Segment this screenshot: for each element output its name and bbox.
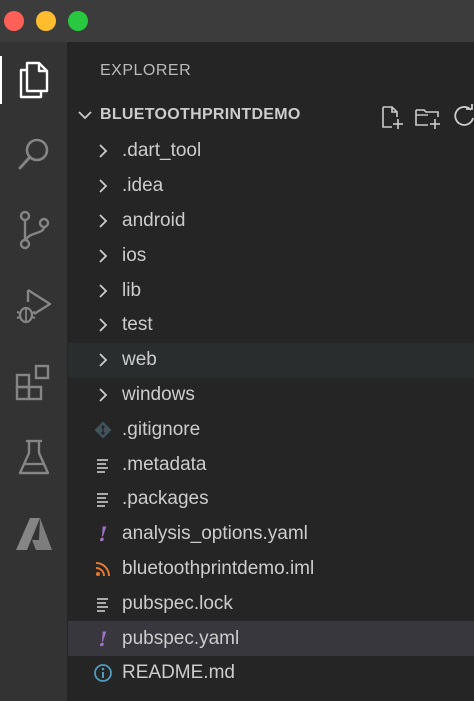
yaml-icon: !	[92, 627, 114, 651]
chevron-right-icon	[92, 209, 114, 233]
tree-item-packages[interactable]: .packages	[68, 482, 474, 517]
tree-item-analysis-options[interactable]: ! analysis_options.yaml	[68, 517, 474, 552]
extensions-icon	[15, 364, 49, 401]
source-control-icon	[19, 210, 49, 250]
explorer-title: EXPLORER	[100, 62, 192, 79]
tree-item-label: .packages	[122, 488, 209, 510]
minimize-window-button[interactable]	[36, 11, 56, 31]
title-bar	[0, 0, 474, 42]
lines-icon	[92, 592, 114, 616]
azure-icon	[15, 518, 52, 550]
tree-item-ios[interactable]: ios	[68, 238, 474, 273]
files-icon	[19, 61, 48, 99]
section-actions	[374, 104, 474, 130]
activity-explorer[interactable]	[0, 50, 67, 110]
lines-icon	[92, 487, 114, 511]
tree-item-iml[interactable]: bluetoothprintdemo.iml	[68, 552, 474, 587]
activity-testing[interactable]	[0, 428, 67, 488]
workspace-section-header[interactable]: BLUETOOTHPRINTDEMO	[68, 100, 474, 130]
activity-source-control[interactable]	[0, 200, 67, 260]
tree-item-lib[interactable]: lib	[68, 273, 474, 308]
tree-item-readme[interactable]: README.md	[68, 656, 474, 691]
chevron-down-icon	[76, 106, 94, 129]
tree-item-gitignore[interactable]: .gitignore	[68, 412, 474, 447]
tree-item-pubspec-lock[interactable]: pubspec.lock	[68, 586, 474, 621]
tree-item-windows[interactable]: windows	[68, 378, 474, 413]
activity-search[interactable]	[0, 124, 67, 184]
tree-item-label: android	[122, 209, 186, 231]
search-icon	[18, 138, 48, 170]
tree-item-label: windows	[122, 383, 195, 405]
tree-item-label: README.md	[122, 662, 235, 684]
chevron-right-icon	[92, 174, 114, 198]
maximize-window-button[interactable]	[68, 11, 88, 31]
tree-item-idea[interactable]: .idea	[68, 169, 474, 204]
tree-item-label: .dart_tool	[122, 140, 202, 162]
yaml-glyph: !	[98, 522, 108, 547]
active-indicator	[0, 56, 2, 104]
tree-item-web[interactable]: web	[68, 342, 474, 378]
tree-item-dart-tool[interactable]: .dart_tool	[68, 134, 474, 169]
flask-icon	[18, 439, 49, 475]
tree-item-label: test	[122, 314, 153, 336]
new-folder-button[interactable]	[410, 104, 446, 130]
close-window-button[interactable]	[4, 11, 24, 31]
tree-item-label: .metadata	[122, 453, 207, 475]
tree-item-label: ios	[122, 244, 147, 266]
tree-item-label: analysis_options.yaml	[122, 523, 308, 545]
git-icon	[92, 418, 114, 442]
rss-icon	[92, 557, 114, 581]
tree-item-label: lib	[122, 279, 142, 301]
run-debug-icon	[16, 288, 51, 324]
activity-bar	[0, 42, 67, 701]
tree-item-pubspec-yaml[interactable]: ! pubspec.yaml	[68, 621, 474, 656]
tree-item-label: pubspec.lock	[122, 592, 233, 614]
chevron-right-icon	[92, 383, 114, 407]
vscode-window: EXPLORER BLUETOOTHPRINTDEMO .dart_tool .…	[0, 0, 474, 701]
file-tree: .dart_tool .idea android ios lib test we…	[68, 134, 474, 691]
refresh-icon	[454, 104, 474, 126]
tree-item-label: web	[122, 349, 157, 371]
activity-run-debug[interactable]	[0, 276, 67, 336]
chevron-right-icon	[92, 348, 114, 372]
refresh-button[interactable]	[446, 104, 474, 130]
tree-item-test[interactable]: test	[68, 308, 474, 343]
lines-icon	[92, 453, 114, 477]
yaml-glyph: !	[98, 626, 108, 651]
workspace-title: BLUETOOTHPRINTDEMO	[100, 106, 301, 123]
tree-item-label: .idea	[122, 175, 164, 197]
explorer-sidebar: EXPLORER BLUETOOTHPRINTDEMO .dart_tool .…	[68, 42, 474, 701]
info-icon	[92, 661, 114, 685]
chevron-right-icon	[92, 139, 114, 163]
chevron-right-icon	[92, 279, 114, 303]
tree-item-metadata[interactable]: .metadata	[68, 447, 474, 482]
new-folder-icon	[415, 109, 440, 129]
new-file-button[interactable]	[374, 104, 410, 130]
activity-extensions[interactable]	[0, 352, 67, 412]
tree-item-android[interactable]: android	[68, 204, 474, 239]
new-file-icon	[382, 106, 403, 129]
tree-item-label: bluetoothprintdemo.iml	[122, 557, 315, 579]
tree-item-label: .gitignore	[122, 418, 201, 440]
yaml-icon: !	[92, 522, 114, 546]
chevron-right-icon	[92, 313, 114, 337]
chevron-right-icon	[92, 244, 114, 268]
tree-item-label: pubspec.yaml	[122, 627, 240, 649]
activity-azure[interactable]	[0, 504, 67, 564]
